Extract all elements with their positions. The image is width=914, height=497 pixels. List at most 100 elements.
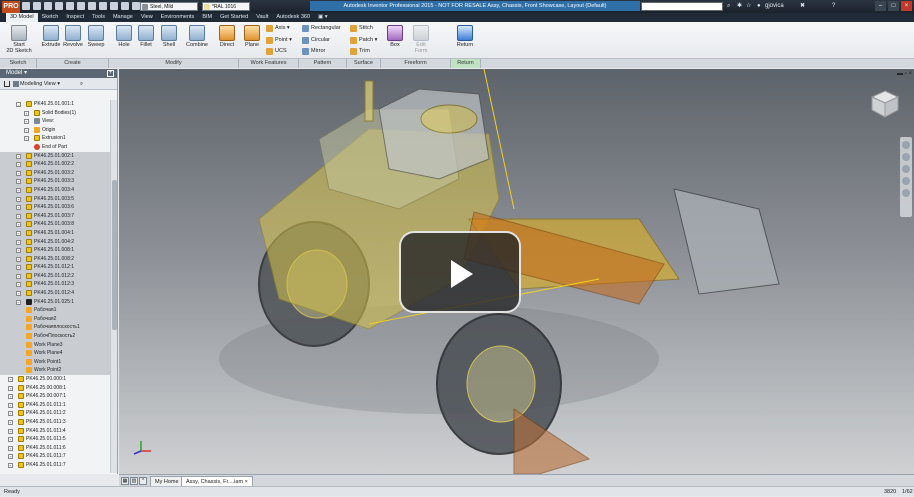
expander-icon[interactable]: + (24, 136, 29, 142)
tab-3d-model[interactable]: 3D Model (6, 13, 38, 22)
expander-icon[interactable]: + (16, 170, 21, 176)
tab-assy-chassis[interactable]: Assy, Chassis, Fr....iam × (181, 476, 253, 486)
expander-icon[interactable]: + (16, 179, 21, 185)
add-browser-icon[interactable]: + (107, 70, 114, 77)
browser-node[interactable]: + PK46.25.01.008:2 (0, 254, 110, 264)
tab-my-home[interactable]: My Home (150, 476, 184, 486)
close-button[interactable]: × (901, 1, 912, 11)
viewport-window-controls[interactable]: ▬ ▫ × (897, 71, 912, 77)
stitch-button[interactable]: Stitch (350, 25, 373, 32)
browser-node[interactable]: End of Part (0, 143, 110, 152)
expander-icon[interactable]: + (16, 196, 21, 202)
expander-icon[interactable]: + (8, 437, 13, 443)
expander-icon[interactable]: + (16, 273, 21, 279)
application-menu-button[interactable]: PRO (2, 1, 20, 13)
expander-icon[interactable]: + (8, 377, 13, 382)
point-button[interactable]: Point ▾ (266, 37, 292, 44)
sweep-button[interactable]: Sweep (85, 25, 107, 48)
close-tab-icon[interactable]: × (245, 479, 248, 485)
expander-icon[interactable]: + (24, 127, 29, 133)
expander-icon[interactable]: + (8, 462, 13, 468)
browser-node[interactable]: + PK46.25.01.011:6 (0, 444, 110, 453)
look-at-icon[interactable] (902, 189, 910, 197)
user-icon[interactable]: ● (757, 2, 761, 11)
communication-icon[interactable]: ☆ (746, 2, 751, 11)
browser-node[interactable]: + PK46.25.01.011:7 (0, 452, 110, 461)
appearance-dropdown[interactable]: *RAL 1016 (202, 2, 250, 11)
scrollbar-thumb[interactable] (112, 180, 117, 330)
trim-button[interactable]: Trim (350, 48, 370, 55)
browser-node[interactable]: + PK46.25.01.025:1 (0, 297, 110, 307)
expander-icon[interactable]: + (16, 187, 21, 193)
hole-button[interactable]: Hole (113, 25, 135, 48)
browser-node[interactable]: + PK46.25.01.012:1 (0, 263, 110, 272)
ribbon-options-icon[interactable]: ▣ ▾ (314, 13, 332, 22)
plane-button[interactable]: Plane (241, 25, 263, 48)
browser-node[interactable]: Work Plane3 (0, 340, 110, 350)
find-icon[interactable]: ⌕ (80, 78, 83, 90)
user-name[interactable]: gjovica (765, 2, 784, 11)
browser-node[interactable]: Work Plane4 (0, 349, 110, 358)
browser-node[interactable]: Рабочаяплоскость1 (0, 323, 110, 333)
expander-icon[interactable]: + (16, 265, 21, 271)
browser-node[interactable]: + PK46.25.01.003:3 (0, 177, 110, 186)
browser-node[interactable]: Рабочая2 (0, 314, 110, 324)
save-icon[interactable] (44, 2, 52, 10)
undo-icon[interactable] (55, 2, 63, 10)
browser-node[interactable]: + PK46.25.01.011:3 (0, 418, 110, 427)
minimize-button[interactable]: – (875, 1, 886, 11)
expander-icon[interactable]: + (8, 454, 13, 460)
expander-icon[interactable]: + (16, 230, 21, 236)
home-icon[interactable] (77, 2, 85, 10)
exchange-icon[interactable]: ✖ (800, 2, 805, 11)
browser-node[interactable]: Work Point2 (0, 366, 110, 375)
subscription-icon[interactable]: ✱ (737, 2, 742, 11)
tab-environments[interactable]: Environments (157, 13, 199, 22)
help-button[interactable]: ? (832, 2, 835, 11)
steering-wheel-icon[interactable] (902, 141, 910, 149)
browser-node[interactable]: + PK46.25.00.007:1 (0, 392, 110, 401)
axis-button[interactable]: Axis ▾ (266, 25, 290, 32)
browser-node[interactable]: + PK46.25.01.003:6 (0, 203, 110, 212)
browser-scrollbar[interactable] (110, 100, 117, 473)
project-icon[interactable] (121, 2, 129, 10)
expander-icon[interactable]: + (8, 428, 13, 434)
expander-icon[interactable]: + (8, 445, 13, 451)
expander-icon[interactable]: + (8, 419, 13, 425)
tab-view[interactable]: View (137, 13, 157, 22)
rectangular-pattern-button[interactable]: Rectangular (302, 25, 341, 32)
select-icon[interactable] (88, 2, 96, 10)
tab-sketch[interactable]: Sketch (38, 13, 63, 22)
expander-icon[interactable]: + (16, 299, 21, 305)
expander-icon[interactable]: + (16, 282, 21, 288)
graphics-viewport[interactable]: ▬ ▫ × (119, 69, 914, 474)
zoom-icon[interactable] (902, 165, 910, 173)
expander-icon[interactable]: + (16, 248, 21, 254)
browser-node[interactable]: + PK46.25.01.002:1 (0, 151, 110, 161)
mirror-button[interactable]: Mirror (302, 48, 325, 55)
browser-node[interactable]: + PK46.25.00.008:1 (0, 384, 110, 393)
expander-icon[interactable]: + (16, 153, 21, 159)
browser-node[interactable]: + PK46.25.01.008:1 (0, 246, 110, 255)
search-input[interactable] (641, 2, 723, 11)
shell-button[interactable]: Shell (158, 25, 180, 48)
browser-node[interactable]: + Origin (0, 126, 110, 135)
browser-node[interactable]: + PK46.25.01.012:3 (0, 280, 110, 290)
browser-node[interactable]: + PK46.25.01.003:5 (0, 194, 110, 204)
search-icon[interactable]: ⌕ (727, 2, 730, 11)
patch-button[interactable]: Patch ▾ (350, 37, 377, 44)
browser-node[interactable]: РабочПлоскость2 (0, 332, 110, 341)
modeling-view-dropdown[interactable]: Modeling View (20, 81, 56, 87)
maximize-button[interactable]: □ (888, 1, 899, 11)
box-button[interactable]: Box (384, 25, 406, 48)
browser-node[interactable]: + PK46.25.01.003:7 (0, 211, 110, 221)
ucs-button[interactable]: UCS (266, 48, 287, 55)
browser-header[interactable]: Model ▾ + (0, 69, 117, 78)
expander-icon[interactable]: + (16, 205, 21, 211)
browser-node[interactable]: + Extrusion1 (0, 134, 110, 143)
expander-icon[interactable]: - (16, 102, 21, 107)
tab-inspect[interactable]: Inspect (62, 13, 88, 22)
tab-bim[interactable]: BIM (198, 13, 216, 22)
material-icon[interactable] (132, 2, 140, 10)
update-icon[interactable] (99, 2, 107, 10)
